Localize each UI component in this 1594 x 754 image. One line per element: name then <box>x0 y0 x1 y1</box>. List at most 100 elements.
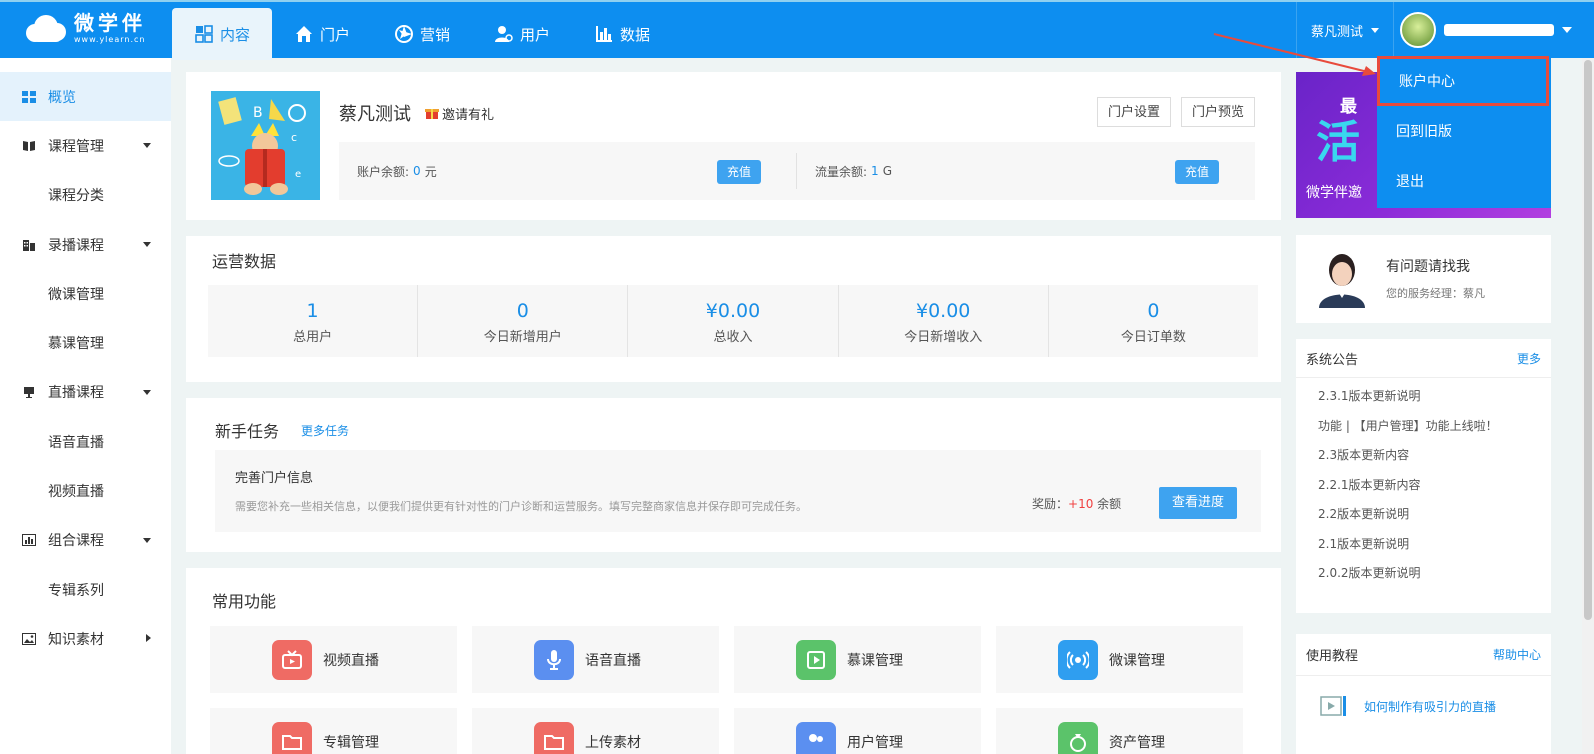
account-center-menu-item[interactable]: 账户中心 <box>1377 56 1549 106</box>
logout-menu-item[interactable]: 退出 <box>1377 156 1551 206</box>
chevron-down-icon <box>1562 27 1572 33</box>
notice-item[interactable]: 2.2版本更新说明 <box>1296 500 1551 530</box>
sidebar-item-micro-courses[interactable]: 微课管理 <box>0 269 171 318</box>
nav-tab-marketing[interactable]: 营销 <box>372 8 472 60</box>
notice-item[interactable]: 2.2.1版本更新内容 <box>1296 471 1551 501</box>
sidebar-item-voice-live[interactable]: 语音直播 <box>0 417 171 466</box>
more-tasks-link[interactable]: 更多任务 <box>301 422 349 439</box>
nav-tab-users[interactable]: 用户 <box>472 8 572 60</box>
sidebar-item-label: 概览 <box>48 89 76 106</box>
nav-tab-portal[interactable]: 门户 <box>272 8 372 60</box>
logo[interactable]: 微学伴 www.ylearn.cn <box>24 12 146 44</box>
broadcast-icon <box>1058 639 1098 680</box>
stat-orders-today[interactable]: 0 今日订单数 <box>1049 285 1258 357</box>
reading-illustration-icon: B c e <box>218 97 306 195</box>
scrollbar[interactable] <box>1582 58 1594 754</box>
sidebar-item-label: 语音直播 <box>48 434 104 451</box>
balance-label: 账户余额: <box>357 164 410 179</box>
sidebar-item-recorded-courses[interactable]: 录播课程 <box>0 220 171 269</box>
menu-item-label: 退出 <box>1396 174 1424 190</box>
sidebar-item-bundle-courses[interactable]: 组合课程 <box>0 516 171 565</box>
manager-title: 有问题请找我 <box>1386 259 1470 275</box>
nav-tab-label: 数据 <box>620 25 651 44</box>
user-menu[interactable] <box>1393 2 1594 58</box>
sidebar-item-label: 直播课程 <box>48 385 104 402</box>
sidebar-item-album-series[interactable]: 专辑系列 <box>0 565 171 614</box>
banner-subtitle: 微学伴邀 <box>1306 185 1362 201</box>
function-label: 慕课管理 <box>847 652 903 669</box>
banner-headline: 活 <box>1316 117 1360 168</box>
building-icon <box>23 239 35 251</box>
notice-item[interactable]: 2.1版本更新说明 <box>1296 530 1551 560</box>
function-micro-course[interactable]: 微课管理 <box>996 626 1243 693</box>
stat-label: 今日新增收入 <box>904 330 983 345</box>
function-user-management[interactable]: 用户管理 <box>734 708 981 754</box>
sidebar-item-mooc[interactable]: 慕课管理 <box>0 318 171 367</box>
help-center-link[interactable]: 帮助中心 <box>1493 646 1541 663</box>
menu-item-label: 回到旧版 <box>1396 124 1452 140</box>
shop-cover-image[interactable]: B c e <box>211 91 320 200</box>
recharge-balance-button[interactable]: 充值 <box>717 160 761 184</box>
nav-tab-data[interactable]: 数据 <box>572 8 672 60</box>
notice-item[interactable]: 2.0.2版本更新说明 <box>1296 559 1551 589</box>
portal-preview-button[interactable]: 门户预览 <box>1180 97 1255 127</box>
back-to-old-version-menu-item[interactable]: 回到旧版 <box>1377 106 1551 156</box>
sidebar-item-video-live[interactable]: 视频直播 <box>0 466 171 515</box>
aperture-icon <box>395 25 414 43</box>
reward-unit: 余额 <box>1097 497 1122 511</box>
function-label: 专辑管理 <box>323 734 379 751</box>
image-icon <box>22 632 36 645</box>
function-upload-material[interactable]: 上传素材 <box>472 708 719 754</box>
recharge-traffic-button[interactable]: 充值 <box>1175 160 1219 184</box>
sidebar-item-course-management[interactable]: 课程管理 <box>0 121 171 170</box>
view-progress-button[interactable]: 查看进度 <box>1159 487 1237 519</box>
username-redacted <box>1444 24 1554 36</box>
function-video-live[interactable]: 视频直播 <box>210 626 457 693</box>
notice-item[interactable]: 功能 | 【用户管理】功能上线啦！ <box>1296 412 1551 442</box>
function-label: 上传素材 <box>585 734 641 751</box>
stat-label: 总收入 <box>713 330 753 345</box>
bar-chart-icon <box>596 26 613 42</box>
balance-value: 0 <box>413 164 421 178</box>
reward-label: 奖励： <box>1032 497 1069 511</box>
manager-subtitle: 您的服务经理：蔡凡 <box>1386 287 1485 300</box>
sidebar-item-course-category[interactable]: 课程分类 <box>0 171 171 220</box>
main-nav: 内容 门户 营销 用户 数据 <box>172 8 672 60</box>
grid-icon <box>195 25 213 43</box>
chevron-down-icon <box>143 389 151 395</box>
book-icon <box>23 140 35 151</box>
nav-tab-label: 内容 <box>219 25 250 44</box>
avatar <box>1400 12 1436 48</box>
home-icon <box>296 26 312 42</box>
section-title: 使用教程 <box>1306 649 1359 664</box>
function-mooc[interactable]: 慕课管理 <box>734 626 981 693</box>
stat-total-users[interactable]: 1 总用户 <box>208 285 419 357</box>
tutorial-item[interactable]: 如何制作有吸引力的直播 <box>1320 694 1496 718</box>
user-dropdown-menu: 账户中心 回到旧版 退出 <box>1377 56 1551 208</box>
nav-tab-content[interactable]: 内容 <box>172 8 272 60</box>
folder-icon <box>272 721 312 754</box>
sidebar-item-knowledge-assets[interactable]: 知识素材 <box>0 614 171 663</box>
notice-item[interactable]: 2.3.1版本更新说明 <box>1296 382 1551 412</box>
stat-value: 0 <box>1147 300 1160 322</box>
balance-unit: 元 <box>424 164 437 179</box>
stat-total-income[interactable]: ¥0.00 总收入 <box>628 285 839 357</box>
stat-new-users-today[interactable]: 0 今日新增用户 <box>418 285 629 357</box>
system-notices-card: 系统公告 更多 2.3.1版本更新说明 功能 | 【用户管理】功能上线啦！ 2.… <box>1296 339 1551 613</box>
gift-icon <box>425 109 439 119</box>
notice-item[interactable]: 2.3版本更新内容 <box>1296 441 1551 471</box>
function-voice-live[interactable]: 语音直播 <box>472 626 719 693</box>
scrollbar-thumb[interactable] <box>1584 60 1592 620</box>
sidebar-item-overview[interactable]: 概览 <box>0 72 171 122</box>
sidebar-item-live-courses[interactable]: 直播课程 <box>0 368 171 417</box>
stat-new-income-today[interactable]: ¥0.00 今日新增收入 <box>839 285 1049 357</box>
function-album[interactable]: 专辑管理 <box>210 708 457 754</box>
invite-link[interactable]: 邀请有礼 <box>425 104 494 123</box>
function-asset-management[interactable]: 资产管理 <box>996 708 1243 754</box>
chevron-down-icon <box>143 537 151 543</box>
portal-settings-button[interactable]: 门户设置 <box>1096 97 1171 127</box>
chevron-down-icon <box>143 143 151 149</box>
shop-title: 蔡凡测试 <box>339 104 411 125</box>
sidebar-item-label: 微课管理 <box>48 286 104 303</box>
more-notices-link[interactable]: 更多 <box>1517 350 1541 367</box>
